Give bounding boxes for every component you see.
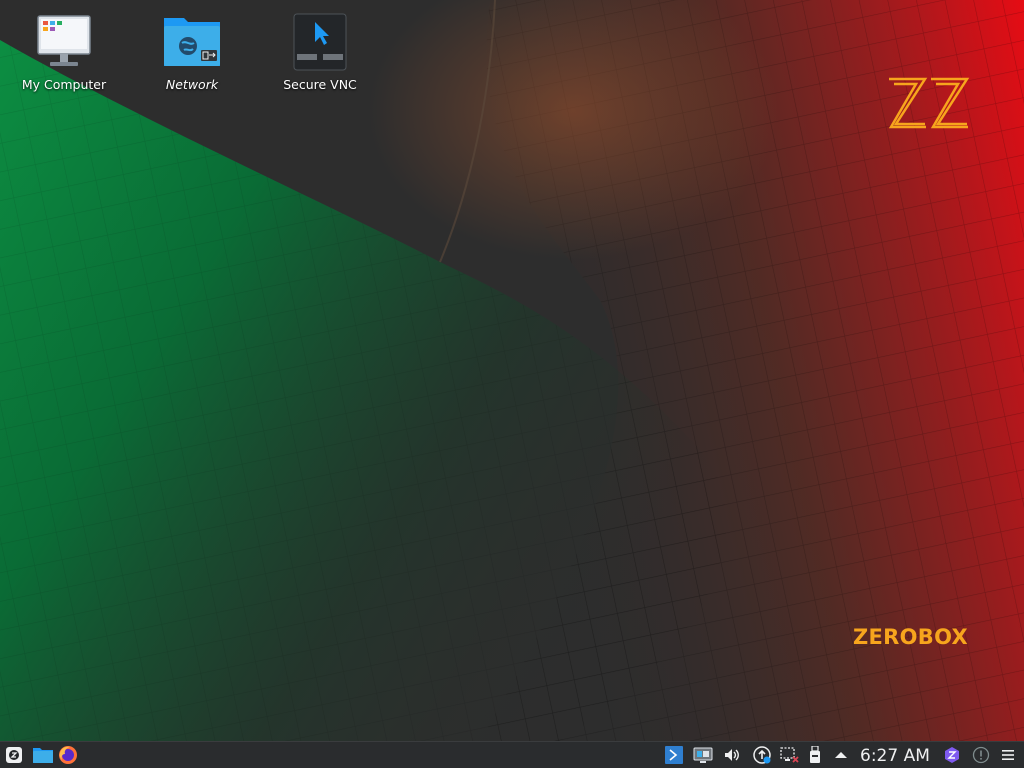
desktop-icon-label: Network	[165, 77, 219, 92]
update-icon	[753, 746, 771, 764]
notifications-icon	[972, 746, 990, 764]
network-folder-icon	[164, 18, 220, 66]
app-menu-icon	[6, 747, 22, 763]
show-hidden-icons-arrow	[835, 752, 847, 758]
firefox-launcher[interactable]	[57, 744, 79, 766]
file-manager-launcher[interactable]	[31, 744, 55, 766]
taskbar: 6:27 AM	[0, 741, 1024, 768]
network-tray[interactable]	[779, 744, 801, 766]
clock[interactable]: 6:27 AM	[860, 745, 930, 767]
network-disconnected-icon	[780, 747, 799, 763]
vpn-shield-icon	[945, 747, 959, 763]
computer-icon	[37, 15, 91, 66]
desktop-icon-label: Secure VNC	[283, 77, 357, 92]
vnc-icon	[293, 13, 347, 71]
volume-icon	[725, 749, 739, 761]
desktop[interactable]: My Computer Network Secure VNC ZEROBOX	[0, 0, 1024, 741]
desktop-icon-my-computer[interactable]: My Computer	[9, 10, 119, 92]
update-tray[interactable]	[751, 744, 773, 766]
display-tray[interactable]	[692, 744, 714, 766]
terminal-icon	[665, 746, 683, 764]
firefox-icon	[59, 746, 77, 764]
brand-wordmark: ZEROBOX	[853, 625, 968, 649]
notifications-tray[interactable]	[970, 744, 992, 766]
display-icon	[693, 747, 713, 763]
terminal-tray[interactable]	[664, 744, 684, 766]
desktop-icon-network[interactable]: Network	[137, 10, 247, 92]
menu-icon	[1002, 750, 1014, 760]
vpn-tray[interactable]	[942, 744, 962, 766]
desktop-icon-secure-vnc[interactable]: Secure VNC	[265, 10, 375, 92]
app-menu-button[interactable]	[3, 744, 25, 766]
usb-drive-icon	[810, 746, 820, 763]
file-manager-icon	[33, 748, 53, 763]
panel-menu-button[interactable]	[998, 744, 1018, 766]
zz-logo	[888, 77, 970, 129]
usb-tray[interactable]	[806, 744, 824, 766]
desktop-icon-label: My Computer	[21, 77, 107, 92]
volume-tray[interactable]	[722, 744, 742, 766]
show-hidden-icons-button[interactable]	[832, 744, 850, 766]
